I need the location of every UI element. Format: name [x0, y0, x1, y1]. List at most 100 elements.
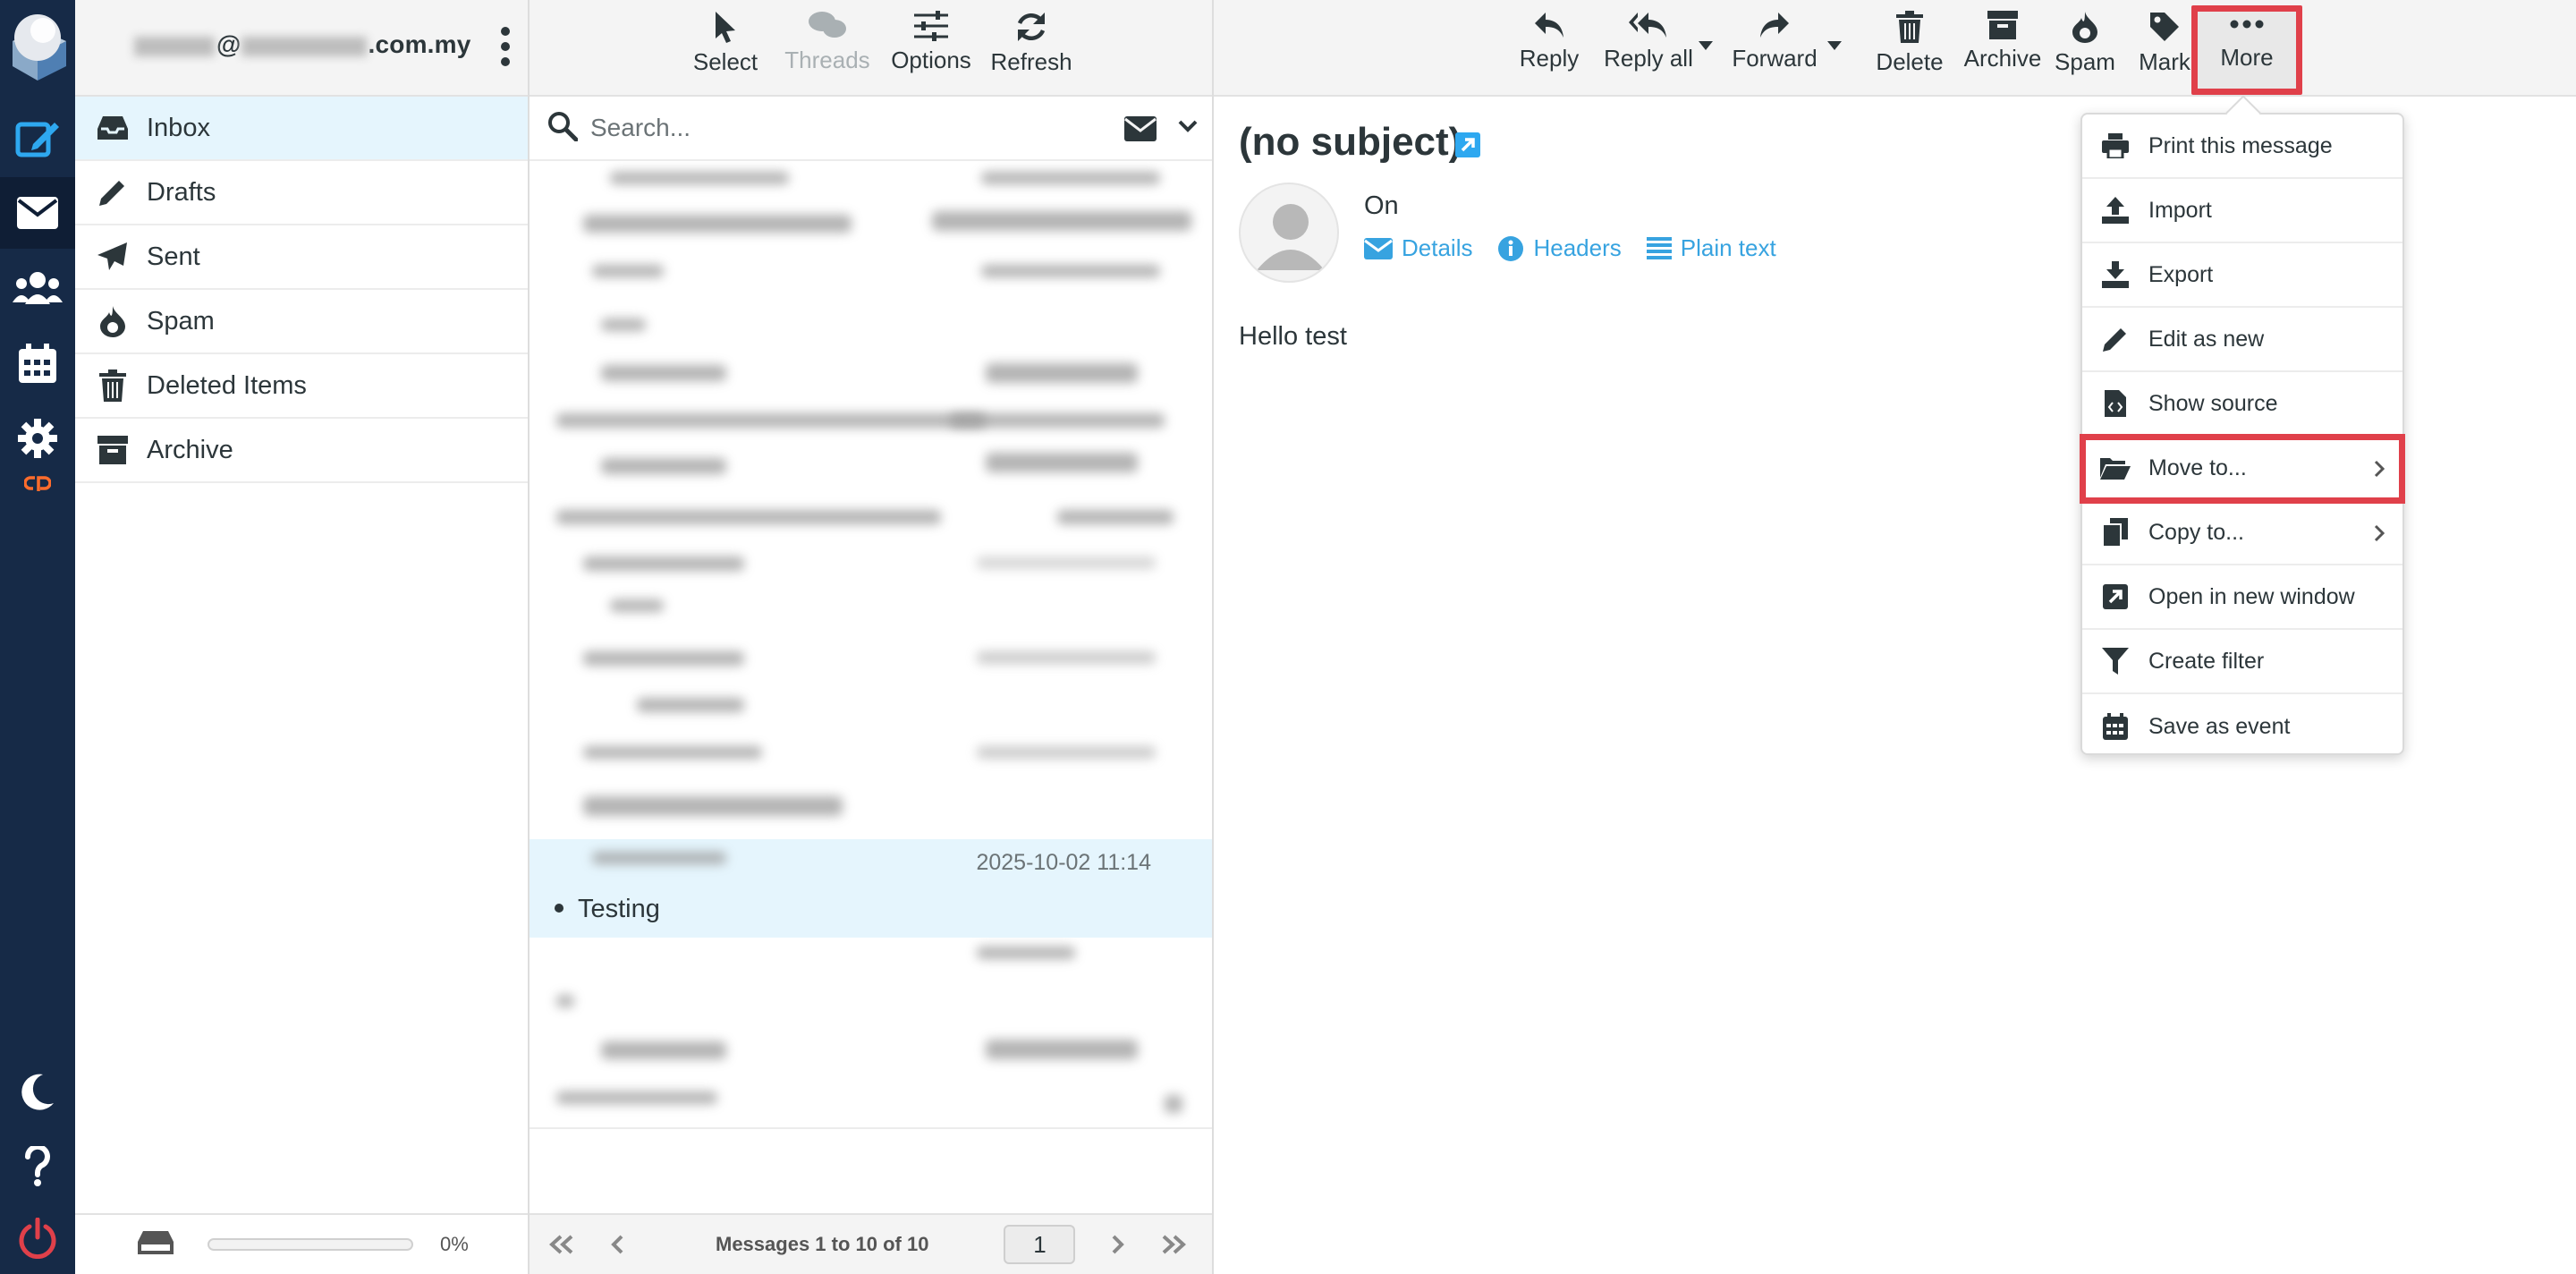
speech-bubbles-icon — [809, 12, 846, 38]
select-label: Select — [692, 48, 758, 75]
code-file-icon — [2100, 390, 2131, 417]
paper-plane-icon — [93, 239, 132, 275]
refresh-icon — [1017, 13, 1046, 41]
folder-inbox[interactable]: Inbox — [75, 97, 528, 161]
email-domain-suffix: .com.my — [368, 30, 471, 58]
archive-button[interactable]: Archive — [1960, 0, 2046, 93]
menu-create-filter[interactable]: Create filter — [2082, 630, 2402, 694]
trash-icon — [1896, 11, 1923, 43]
redacted-message-rows — [530, 161, 1212, 1202]
last-page-icon[interactable] — [1156, 1235, 1191, 1254]
open-external-icon[interactable] — [1455, 132, 1480, 162]
delete-label: Delete — [1876, 48, 1944, 75]
folder-deleted-items[interactable]: Deleted Items — [75, 354, 528, 419]
forward-dropdown[interactable] — [1824, 0, 1845, 93]
menu-item-label: Move to... — [2148, 454, 2247, 480]
external-window-icon — [2100, 584, 2131, 609]
reply-button[interactable]: Reply — [1509, 0, 1589, 93]
search-input[interactable] — [590, 114, 1091, 142]
menu-print-message[interactable]: Print this message — [2082, 115, 2402, 179]
details-link[interactable]: Details — [1364, 234, 1472, 262]
more-actions-menu: Print this message Import Export Edit as… — [2080, 95, 2405, 755]
menu-item-label: Show source — [2148, 390, 2278, 416]
menu-item-label: Open in new window — [2148, 583, 2355, 609]
more-button[interactable]: More — [2191, 5, 2302, 95]
reply-all-dropdown[interactable] — [1695, 0, 1716, 93]
contacts-icon[interactable] — [0, 252, 75, 324]
quota-footer: 0% — [75, 1213, 528, 1274]
info-circle-icon — [1498, 235, 1524, 261]
sender-avatar — [1239, 183, 1339, 283]
select-button[interactable]: Select — [687, 0, 764, 93]
mail-icon[interactable] — [0, 177, 75, 249]
menu-import[interactable]: Import — [2082, 179, 2402, 243]
details-label: Details — [1402, 234, 1473, 261]
trash-icon — [93, 368, 132, 403]
delete-button[interactable]: Delete — [1868, 0, 1951, 93]
app-navigation-bar — [0, 0, 75, 1274]
previous-page-icon[interactable] — [599, 1235, 635, 1254]
menu-open-new-window[interactable]: Open in new window — [2082, 565, 2402, 630]
threads-button[interactable]: Threads — [784, 0, 871, 93]
message-row-selected[interactable]: 2025-10-02 11:14 Testing — [530, 839, 1212, 938]
storage-drive-icon — [138, 1230, 174, 1259]
menu-export[interactable]: Export — [2082, 243, 2402, 308]
help-question-icon[interactable] — [0, 1131, 75, 1202]
menu-edit-as-new[interactable]: Edit as new — [2082, 308, 2402, 372]
chevron-down-icon[interactable] — [1178, 120, 1198, 137]
plain-text-link[interactable]: Plain text — [1646, 234, 1776, 262]
folder-spam[interactable]: Spam — [75, 290, 528, 354]
caret-down-icon — [1827, 41, 1842, 50]
logout-power-icon[interactable] — [0, 1202, 75, 1274]
forward-label: Forward — [1732, 45, 1818, 72]
reply-all-button[interactable]: Reply all — [1602, 0, 1695, 93]
sliders-icon — [914, 11, 948, 41]
folder-sent[interactable]: Sent — [75, 225, 528, 290]
mark-button[interactable]: Mark — [2133, 0, 2196, 93]
quota-percent: 0% — [440, 1233, 469, 1255]
message-list-panel: Select Threads Options Refresh Search...… — [530, 0, 1214, 1274]
cursor-pointer-icon — [716, 12, 735, 43]
account-menu-kebab-icon[interactable] — [499, 27, 512, 66]
folder-archive[interactable]: Archive — [75, 419, 528, 483]
redacted-text — [134, 36, 215, 56]
cpanel-icon[interactable] — [0, 462, 75, 505]
message-date: 2025-10-02 11:14 — [976, 850, 1151, 875]
headers-link[interactable]: Headers — [1497, 234, 1622, 262]
next-page-icon[interactable] — [1100, 1235, 1136, 1254]
message-header-links: Details Headers Plain text — [1364, 234, 1776, 262]
compose-icon[interactable] — [0, 102, 75, 174]
dark-mode-moon-icon[interactable] — [0, 1056, 75, 1127]
redacted-text — [241, 36, 367, 56]
folder-drafts[interactable]: Drafts — [75, 161, 528, 225]
forward-button[interactable]: Forward — [1725, 0, 1824, 93]
lines-icon — [1646, 236, 1672, 259]
menu-item-label: Create filter — [2148, 648, 2265, 674]
account-email: @ .com.my — [134, 30, 471, 59]
email-at-sign: @ — [216, 30, 242, 58]
fire-icon — [93, 303, 132, 339]
menu-show-source[interactable]: Show source — [2082, 372, 2402, 437]
folder-open-icon — [2100, 456, 2131, 480]
mark-label: Mark — [2139, 48, 2190, 75]
first-page-icon[interactable] — [544, 1235, 580, 1254]
tag-icon — [2150, 13, 2179, 41]
menu-move-to[interactable]: Move to... — [2080, 434, 2405, 504]
options-button[interactable]: Options — [891, 0, 971, 93]
reply-all-label: Reply all — [1604, 45, 1693, 72]
folder-label: Inbox — [147, 113, 210, 142]
message-body: Hello test — [1239, 322, 1347, 351]
roundcube-logo[interactable] — [4, 11, 72, 82]
envelope-filter-icon[interactable] — [1124, 116, 1157, 146]
menu-copy-to[interactable]: Copy to... — [2082, 501, 2402, 565]
calendar-icon[interactable] — [0, 327, 75, 399]
message-title: (no subject) — [1239, 120, 1462, 164]
search-icon — [547, 111, 579, 146]
refresh-button[interactable]: Refresh — [990, 0, 1072, 93]
folder-label: Spam — [147, 306, 215, 335]
page-number-input[interactable]: 1 — [1004, 1225, 1076, 1264]
folder-label: Drafts — [147, 177, 216, 207]
spam-button[interactable]: Spam — [2049, 0, 2121, 93]
menu-save-as-event[interactable]: Save as event — [2082, 694, 2402, 759]
message-rows: 2025-10-02 11:14 Testing — [530, 161, 1212, 1202]
